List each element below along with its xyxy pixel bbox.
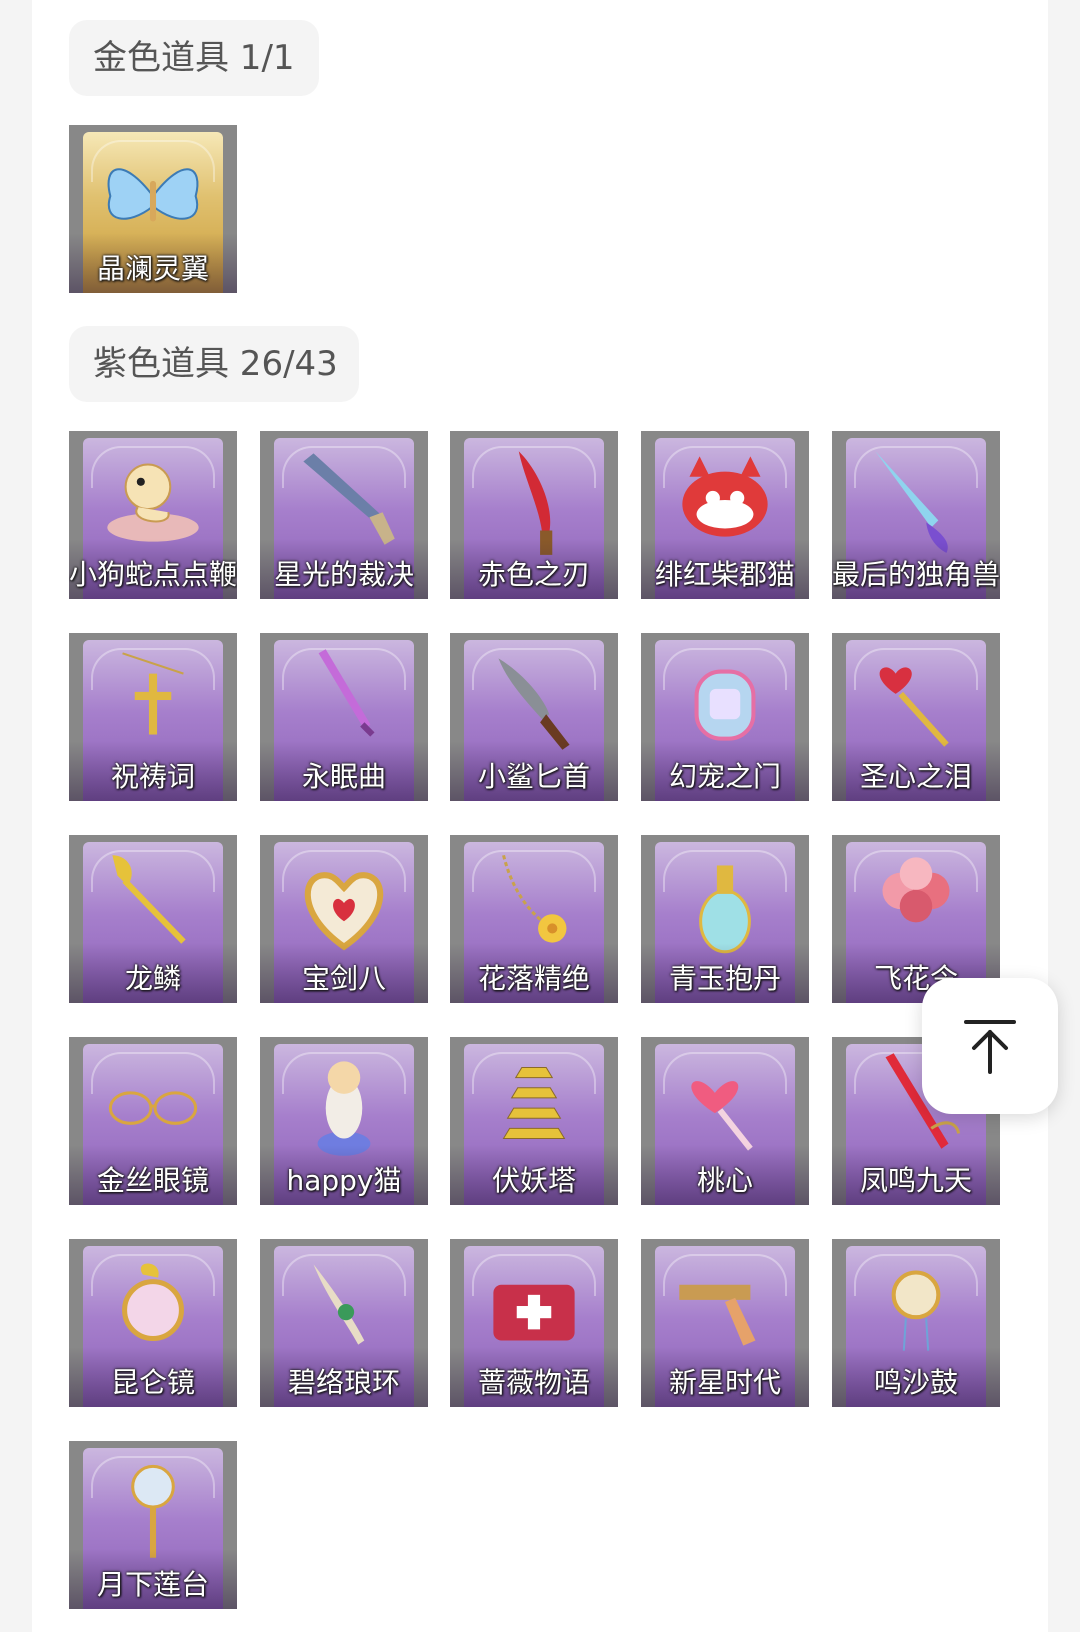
item-label: 龙鳞: [124, 962, 181, 995]
item-label: 碧络琅环: [287, 1366, 400, 1399]
item-label: 蔷薇物语: [477, 1366, 590, 1399]
item-tile[interactable]: 晶澜灵翼: [69, 125, 237, 293]
item-tile[interactable]: 小狗蛇点点鞭: [69, 431, 237, 599]
section-title: 紫色道具 26/43: [69, 326, 359, 402]
item-tile[interactable]: 幻宠之门: [641, 633, 809, 801]
item-label: 小狗蛇点点鞭: [69, 558, 237, 591]
item-label: 花落精绝: [477, 962, 590, 995]
item-label: 圣心之泪: [859, 760, 972, 793]
item-label: 星光的裁决: [273, 558, 414, 591]
item-tile[interactable]: 永眠曲: [260, 633, 428, 801]
item-label: 祝祷词: [110, 760, 195, 793]
item-label: 宝剑八: [301, 962, 386, 995]
item-tile[interactable]: 金丝眼镜: [69, 1037, 237, 1205]
item-tile[interactable]: 龙鳞: [69, 835, 237, 1003]
item-tile[interactable]: 祝祷词: [69, 633, 237, 801]
item-tile[interactable]: 花落精绝: [450, 835, 618, 1003]
item-label: 晶澜灵翼: [96, 252, 209, 285]
item-tile[interactable]: 青玉抱丹: [641, 835, 809, 1003]
arrow-up-to-top-icon: [964, 1020, 1016, 1074]
item-tile[interactable]: happy猫: [260, 1037, 428, 1205]
item-label: 月下莲台: [96, 1568, 209, 1601]
item-tile[interactable]: 鸣沙鼓: [832, 1239, 1000, 1407]
back-to-top-button[interactable]: [922, 978, 1058, 1114]
item-label: 鸣沙鼓: [873, 1366, 958, 1399]
item-tile[interactable]: 最后的独角兽: [832, 431, 1000, 599]
item-tile[interactable]: 伏妖塔: [450, 1037, 618, 1205]
item-label: happy猫: [286, 1164, 402, 1197]
item-tile[interactable]: 桃心: [641, 1037, 809, 1205]
item-tile[interactable]: 星光的裁决: [260, 431, 428, 599]
item-tile[interactable]: 绯红柴郡猫: [641, 431, 809, 599]
item-label: 昆仑镜: [110, 1366, 195, 1399]
section-title: 金色道具 1/1: [69, 20, 319, 96]
item-tile[interactable]: 圣心之泪: [832, 633, 1000, 801]
item-label: 桃心: [696, 1164, 753, 1197]
page-container: 金色道具 1/1 晶澜灵翼紫色道具 26/43 小狗蛇点点鞭 星光的裁决 赤色之刃 绯红柴…: [32, 0, 1048, 1632]
item-label: 幻宠之门: [668, 760, 781, 793]
item-tile[interactable]: 宝剑八: [260, 835, 428, 1003]
item-label: 凤鸣九天: [859, 1164, 972, 1197]
item-tile[interactable]: 碧络琅环: [260, 1239, 428, 1407]
item-tile[interactable]: 赤色之刃: [450, 431, 618, 599]
item-label: 小鲨匕首: [477, 760, 590, 793]
item-label: 金丝眼镜: [96, 1164, 209, 1197]
item-label: 青玉抱丹: [668, 962, 781, 995]
item-tile[interactable]: 月下莲台: [69, 1441, 237, 1609]
item-tile[interactable]: 蔷薇物语: [450, 1239, 618, 1407]
item-label: 最后的独角兽: [832, 558, 1000, 591]
item-label: 新星时代: [668, 1366, 781, 1399]
item-label: 绯红柴郡猫: [654, 558, 795, 591]
item-tile[interactable]: 新星时代: [641, 1239, 809, 1407]
item-label: 赤色之刃: [477, 558, 590, 591]
item-label: 永眠曲: [301, 760, 386, 793]
item-tile[interactable]: 小鲨匕首: [450, 633, 618, 801]
item-label: 伏妖塔: [491, 1164, 576, 1197]
item-tile[interactable]: 昆仑镜: [69, 1239, 237, 1407]
